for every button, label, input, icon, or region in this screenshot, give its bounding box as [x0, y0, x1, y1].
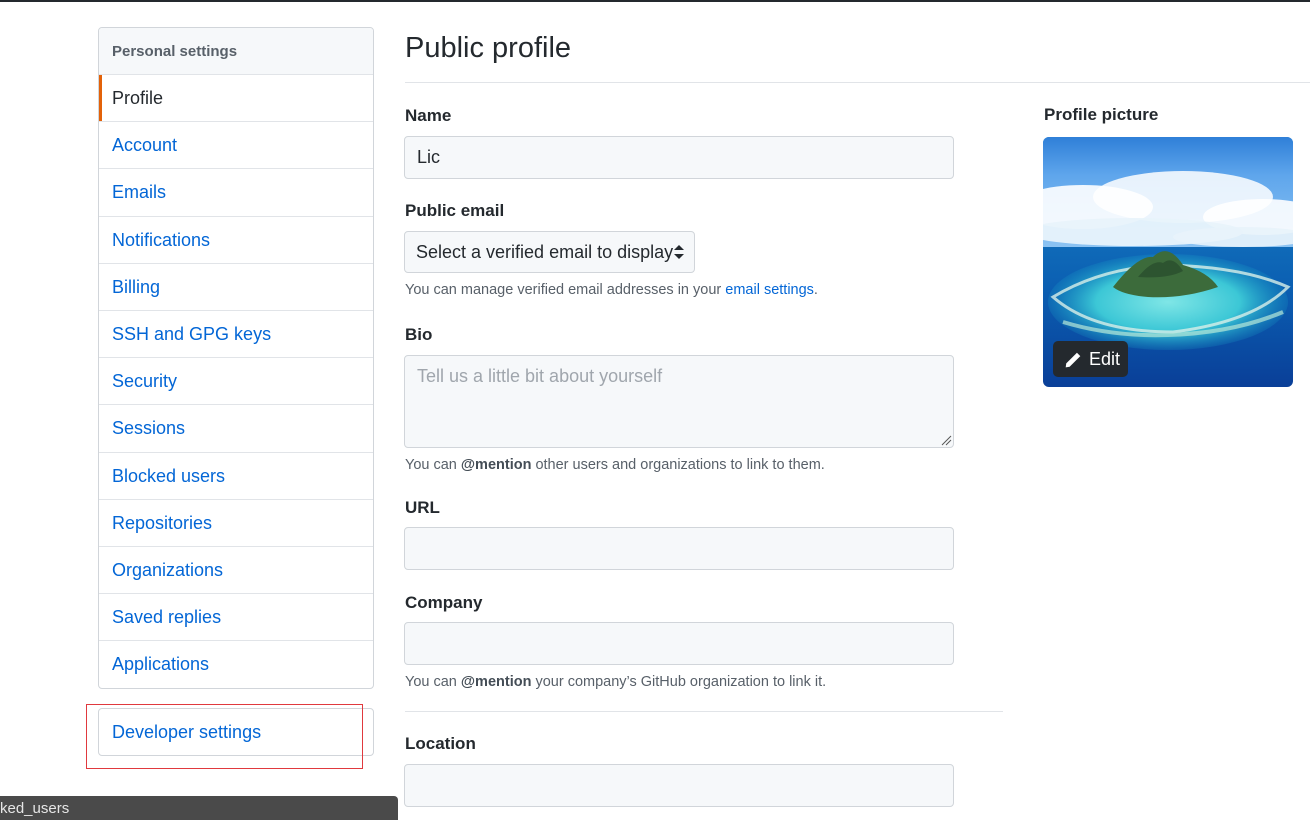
sidebar-item-security[interactable]: Security [99, 358, 373, 406]
sidebar-item-notifications[interactable]: Notifications [99, 217, 373, 264]
settings-sidebar: Personal settings Profile Account Emails… [98, 27, 374, 690]
public-email-note: You can manage verified email addresses … [405, 282, 818, 298]
bio-note: You can @mention other users and organiz… [405, 457, 825, 473]
public-email-label: Public email [405, 201, 505, 220]
profile-picture-label: Profile picture [1044, 105, 1159, 124]
sidebar-item-account[interactable]: Account [99, 122, 373, 170]
sidebar-item-billing[interactable]: Billing [99, 264, 373, 311]
name-field[interactable] [404, 136, 954, 179]
link-status-bar: ked_users [0, 796, 398, 820]
name-label: Name [405, 106, 452, 125]
company-note: You can @mention your company’s GitHub o… [405, 674, 826, 690]
sidebar-item-sessions[interactable]: Sessions [99, 405, 373, 453]
location-field[interactable] [404, 764, 954, 807]
sidebar-heading: Personal settings [99, 28, 373, 75]
public-email-note-suffix: . [813, 282, 818, 298]
sidebar-item-developer-settings[interactable]: Developer settings [98, 708, 374, 756]
bio-textarea[interactable] [404, 355, 954, 448]
location-label: Location [405, 734, 476, 753]
bio-note-mention: @mention [460, 457, 532, 473]
bio-note-prefix: You can [405, 457, 461, 473]
url-field[interactable] [404, 527, 954, 570]
sidebar-item-emails[interactable]: Emails [99, 169, 373, 217]
company-label: Company [405, 593, 483, 612]
company-note-prefix: You can [405, 674, 461, 690]
edit-profile-picture-button[interactable]: Edit [1053, 341, 1128, 377]
sidebar-item-blocked-users[interactable]: Blocked users [99, 453, 373, 500]
bio-label: Bio [405, 325, 433, 344]
public-email-note-text: You can manage verified email addresses … [405, 282, 726, 298]
company-field[interactable] [404, 622, 954, 665]
public-email-selected-value: Select a verified email to display [416, 242, 674, 262]
sidebar-item-organizations[interactable]: Organizations [99, 547, 373, 595]
company-note-suffix: your company’s GitHub organization to li… [531, 674, 827, 690]
company-note-mention: @mention [460, 674, 532, 690]
sidebar-item-profile[interactable]: Profile [99, 75, 373, 123]
sidebar-item-ssh-gpg-keys[interactable]: SSH and GPG keys [99, 311, 373, 359]
email-settings-link[interactable]: email settings [725, 282, 814, 298]
sidebar-item-applications[interactable]: Applications [99, 641, 373, 688]
url-label: URL [405, 498, 440, 517]
title-divider [405, 82, 1310, 83]
sidebar-item-repositories[interactable]: Repositories [99, 500, 373, 547]
resize-grip-icon[interactable] [940, 434, 952, 446]
page-title: Public profile [405, 32, 572, 64]
bio-note-suffix: other users and organizations to link to… [531, 457, 825, 473]
top-border [0, 0, 1310, 2]
select-arrows-icon [674, 245, 684, 259]
edit-button-label: Edit [1089, 349, 1121, 369]
pencil-icon [1065, 352, 1081, 368]
public-email-select[interactable]: Select a verified email to display [404, 231, 695, 273]
section-divider [405, 711, 1003, 712]
sidebar-item-saved-replies[interactable]: Saved replies [99, 594, 373, 642]
